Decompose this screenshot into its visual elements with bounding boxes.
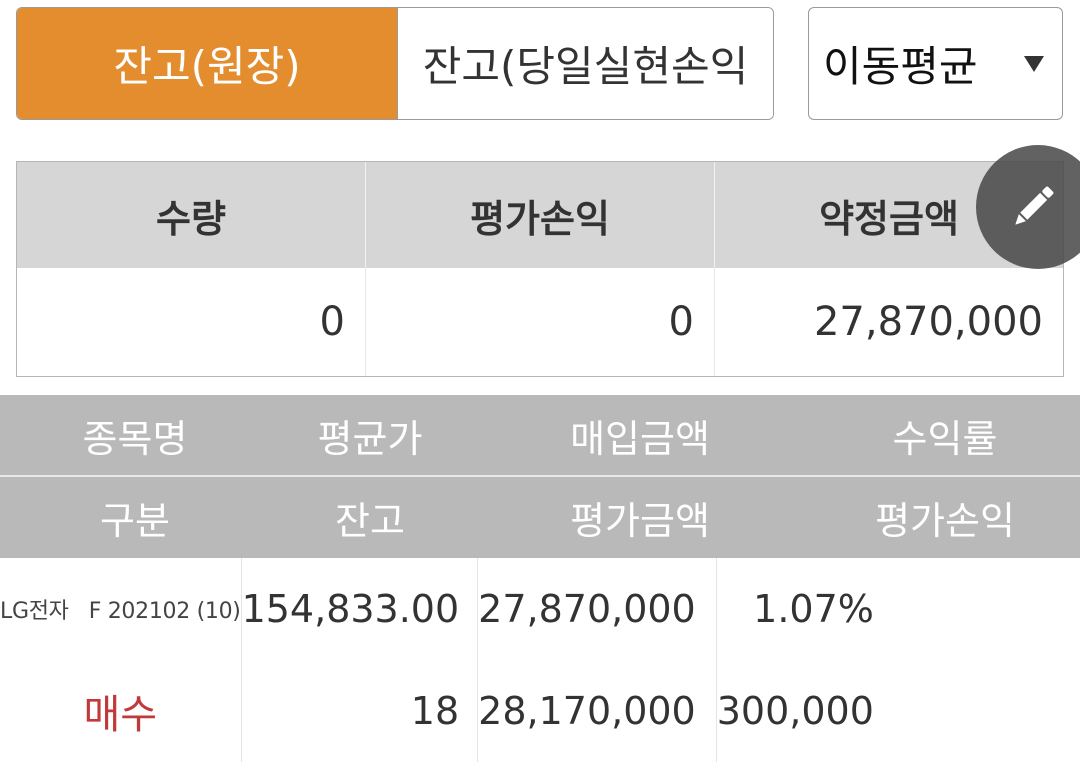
holding-eval-amount: 28,170,000 [478, 689, 696, 733]
header-stock-name: 종목명 [82, 416, 188, 461]
holdings-header-row-1: 종목명 평균가 매입금액 수익률 [0, 395, 1080, 475]
summary-eval-pl-value: 0 [366, 268, 715, 376]
header-return-rate: 수익률 [892, 416, 998, 461]
balance-tab-group: 잔고(원장) 잔고(당일실현손익 [16, 7, 774, 120]
header-eval-amount: 평가금액 [570, 499, 710, 543]
holding-side: 매수 [83, 692, 158, 738]
holding-avg-col: 154,833.00 18 [242, 558, 479, 762]
summary-header-eval-pl: 평가손익 [366, 162, 715, 268]
holding-name: LG전자 F 202102 (10) [0, 593, 241, 625]
holding-purchase-amount: 27,870,000 [478, 587, 696, 631]
holding-return-rate: 1.07% [753, 587, 874, 631]
holding-return-col: 1.07% 300,000 [717, 558, 894, 762]
header-purchase-amount: 매입금액 [570, 416, 710, 461]
tab-balance-ledger-label: 잔고(원장) [113, 42, 301, 91]
holding-name-col: LG전자 F 202102 (10) 매수 [0, 558, 242, 762]
holdings-table: 종목명 평균가 매입금액 수익률 구분 잔고 평가금액 평가손익 LG전자 F … [0, 395, 1080, 762]
summary-contract-amount-value: 27,870,000 [813, 299, 1043, 345]
holding-amount-col: 27,870,000 28,170,000 [478, 558, 717, 762]
holding-side-cell: 매수 [0, 660, 241, 762]
average-method-select[interactable]: 이동평균 [808, 7, 1063, 120]
header-eval-pl: 평가손익 [875, 499, 1015, 543]
chevron-down-icon [1024, 55, 1044, 72]
holding-code: F 202102 (10) [88, 599, 241, 624]
holding-avg-price: 154,833.00 [241, 587, 460, 631]
summary-header-row: 수량 평가손익 약정금액 [17, 162, 1063, 268]
tab-balance-realized-pl[interactable]: 잔고(당일실현손익 [397, 8, 773, 119]
tab-balance-realized-pl-label: 잔고(당일실현손익 [422, 42, 749, 91]
average-method-value: 이동평균 [823, 42, 978, 91]
holding-name-cell: LG전자 F 202102 (10) [0, 558, 241, 660]
summary-table: 수량 평가손익 약정금액 0 0 27,870,000 [16, 161, 1064, 377]
holding-stock-name: LG전자 [0, 599, 69, 624]
summary-quantity-value: 0 [17, 268, 366, 376]
holdings-header-row-2: 구분 잔고 평가금액 평가손익 [0, 475, 1080, 558]
header-avg-price: 평균가 [317, 416, 423, 461]
pencil-icon [1015, 186, 1054, 225]
summary-value-row: 0 0 27,870,000 [17, 268, 1063, 376]
holding-eval-pl: 300,000 [716, 689, 874, 733]
holding-balance: 18 [410, 689, 460, 733]
summary-header-quantity: 수량 [17, 162, 366, 268]
holding-row[interactable]: LG전자 F 202102 (10) 매수 154,833.00 18 27,8… [0, 558, 1080, 762]
header-side: 구분 [100, 499, 170, 543]
tab-balance-ledger[interactable]: 잔고(원장) [17, 8, 397, 119]
header-balance: 잔고 [335, 499, 405, 543]
